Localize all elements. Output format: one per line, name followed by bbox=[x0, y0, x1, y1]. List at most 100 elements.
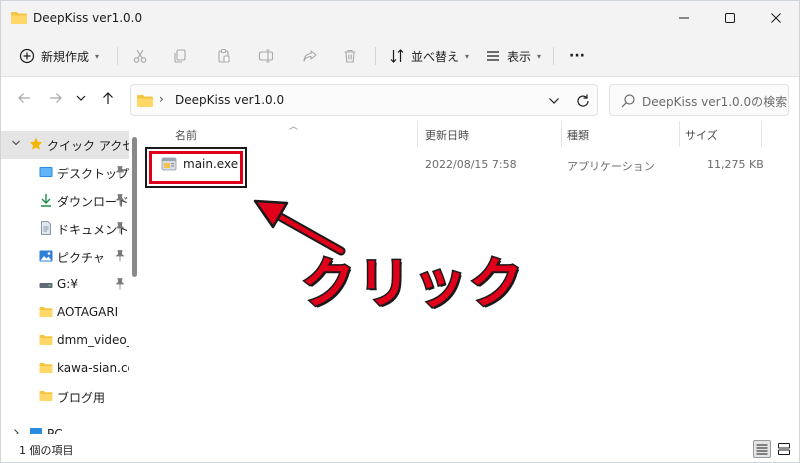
sidebar-item-label: PC bbox=[47, 427, 63, 434]
sidebar-item-label: ブログ用 bbox=[57, 391, 106, 405]
minimize-icon bbox=[679, 17, 689, 19]
sidebar-item-label: kawa-sian.com bbox=[57, 361, 129, 375]
sidebar-item-desktop[interactable]: デスクトップ bbox=[1, 159, 129, 187]
sidebar-item-label: dmm_video_da bbox=[57, 333, 129, 347]
divider bbox=[375, 47, 376, 65]
sidebar-item-pictures[interactable]: ピクチャ bbox=[1, 243, 129, 271]
column-divider[interactable] bbox=[679, 121, 680, 147]
paste-button[interactable] bbox=[211, 44, 237, 68]
pin-icon bbox=[115, 166, 125, 178]
new-label: 新規作成 bbox=[41, 49, 90, 64]
back-button[interactable] bbox=[13, 88, 35, 108]
column-divider[interactable] bbox=[561, 121, 562, 147]
column-divider[interactable] bbox=[417, 121, 418, 147]
delete-button[interactable] bbox=[337, 44, 363, 68]
view-icon bbox=[487, 51, 499, 61]
address-row: › DeepKiss ver1.0.0 DeepKiss ver1.0.0の検索 bbox=[1, 78, 799, 118]
folder-icon bbox=[39, 363, 53, 373]
command-bar: 新規作成 ▾ 並べ替え ▾ 表示 ▾ ··· bbox=[1, 35, 799, 77]
more-icon: ··· bbox=[569, 48, 585, 64]
share-icon bbox=[303, 50, 317, 62]
navigation-pane: クイック アクセス デスクトップ ダウンロード ドキュメント ピクチャ G:¥ bbox=[1, 119, 141, 434]
copy-icon bbox=[174, 49, 186, 63]
desktop-icon bbox=[39, 167, 53, 177]
folder-icon bbox=[39, 391, 53, 401]
sidebar-item-label: AOTAGARI bbox=[57, 305, 119, 319]
copy-button[interactable] bbox=[167, 44, 193, 68]
chevron-down-icon[interactable] bbox=[547, 94, 561, 108]
view-label: 表示 bbox=[507, 49, 532, 64]
add-icon bbox=[19, 48, 35, 64]
pin-icon bbox=[115, 222, 125, 234]
view-button[interactable]: 表示 ▾ bbox=[479, 43, 547, 69]
new-button[interactable]: 新規作成 ▾ bbox=[13, 43, 105, 69]
column-divider[interactable] bbox=[761, 121, 762, 147]
cut-icon bbox=[133, 49, 147, 63]
tiles-view-icon bbox=[778, 443, 790, 455]
document-icon bbox=[41, 221, 51, 235]
breadcrumb-chevron: › bbox=[159, 92, 164, 106]
computer-icon bbox=[30, 428, 42, 434]
refresh-icon[interactable] bbox=[575, 93, 591, 109]
window-title: DeepKiss ver1.0.0 bbox=[33, 11, 143, 25]
sidebar-item-kawa-sian[interactable]: kawa-sian.com bbox=[1, 355, 129, 383]
folder-icon bbox=[137, 95, 153, 107]
breadcrumb[interactable]: DeepKiss ver1.0.0 bbox=[175, 93, 284, 107]
sidebar-item-dmm-video[interactable]: dmm_video_da bbox=[1, 327, 129, 355]
pictures-icon bbox=[39, 250, 53, 262]
divider bbox=[553, 47, 554, 65]
recent-button[interactable] bbox=[73, 88, 89, 108]
delete-icon bbox=[344, 49, 356, 63]
rename-button[interactable] bbox=[253, 44, 279, 68]
download-icon bbox=[41, 194, 51, 207]
sidebar-item-documents[interactable]: ドキュメント bbox=[1, 215, 129, 243]
arrow-up-icon bbox=[103, 92, 113, 104]
close-button[interactable] bbox=[753, 1, 799, 35]
sidebar-scrollbar[interactable] bbox=[129, 131, 141, 431]
column-header-size[interactable]: サイズ bbox=[685, 127, 718, 143]
up-button[interactable] bbox=[97, 88, 119, 108]
sort-button[interactable]: 並べ替え ▾ bbox=[383, 43, 475, 69]
close-icon bbox=[771, 13, 781, 23]
details-view-button[interactable] bbox=[753, 440, 771, 458]
sidebar-item-blog[interactable]: ブログ用 bbox=[1, 383, 129, 411]
item-count: 1 個の項目 bbox=[19, 444, 74, 457]
tiles-view-button[interactable] bbox=[775, 440, 793, 458]
annotation-click-text: クリック bbox=[300, 251, 525, 317]
paste-icon bbox=[218, 48, 230, 63]
file-type: アプリケーション bbox=[567, 160, 655, 173]
pin-icon bbox=[115, 278, 125, 290]
column-header-type[interactable]: 種類 bbox=[567, 127, 589, 143]
sidebar-item-quick-access[interactable]: クイック アクセス bbox=[1, 131, 129, 159]
divider bbox=[117, 47, 118, 65]
arrow-right-icon bbox=[50, 93, 62, 103]
column-header-name[interactable]: 名前 bbox=[175, 127, 197, 143]
file-date: 2022/08/15 7:58 bbox=[425, 158, 517, 171]
maximize-button[interactable] bbox=[707, 1, 753, 35]
search-placeholder: DeepKiss ver1.0.0の検索 bbox=[642, 95, 788, 109]
status-bar: 1 個の項目 bbox=[1, 434, 799, 462]
chevron-down-icon bbox=[76, 95, 86, 101]
sort-label: 並べ替え bbox=[411, 49, 460, 64]
share-button[interactable] bbox=[297, 44, 323, 68]
highlight-box bbox=[147, 149, 245, 186]
cut-button[interactable] bbox=[127, 44, 153, 68]
sidebar-item-downloads[interactable]: ダウンロード bbox=[1, 187, 129, 215]
forward-button[interactable] bbox=[45, 88, 67, 108]
pin-icon bbox=[115, 250, 125, 262]
sidebar-item-pc[interactable]: PC bbox=[1, 419, 129, 434]
maximize-icon bbox=[725, 13, 735, 23]
sidebar-item-drive-g[interactable]: G:¥ bbox=[1, 271, 129, 299]
sidebar-item-aotagari[interactable]: AOTAGARI bbox=[1, 299, 129, 327]
search-icon bbox=[621, 94, 635, 108]
folder-icon bbox=[11, 12, 27, 24]
address-bar[interactable]: › DeepKiss ver1.0.0 bbox=[130, 84, 598, 116]
chevron-down-icon: ▾ bbox=[95, 51, 100, 61]
scrollbar-thumb[interactable] bbox=[132, 137, 137, 277]
drive-icon bbox=[39, 283, 53, 288]
star-icon bbox=[29, 137, 43, 150]
minimize-button[interactable] bbox=[661, 1, 707, 35]
more-button[interactable]: ··· bbox=[563, 43, 591, 69]
search-input[interactable]: DeepKiss ver1.0.0の検索 bbox=[609, 84, 789, 116]
column-header-date[interactable]: 更新日時 bbox=[425, 127, 469, 143]
